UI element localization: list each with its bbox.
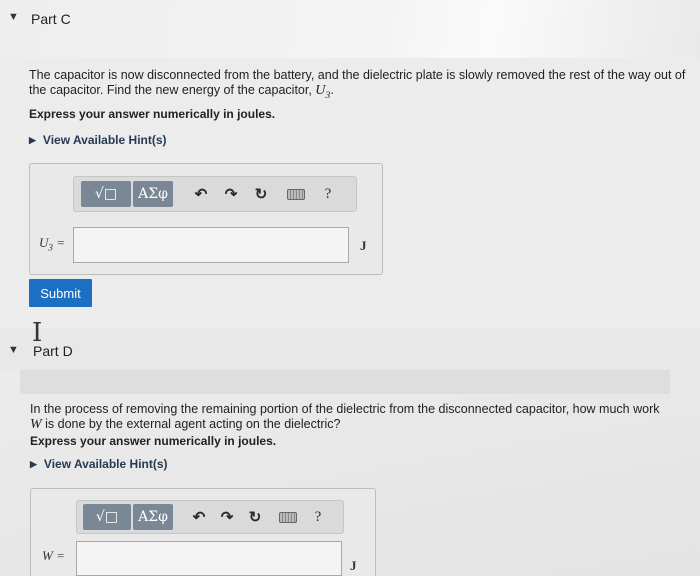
question-text: The capacitor is now disconnected from t… [29,68,686,97]
hint-label: View Available Hint(s) [43,457,168,471]
redo-icon[interactable]: ↷ [219,508,235,526]
part-c-instruction: Express your answer numerically in joule… [29,107,276,121]
reset-icon[interactable]: ↻ [253,185,269,203]
keyboard-icon[interactable] [287,188,305,200]
undo-icon[interactable]: ↶ [191,508,207,526]
part-c-math-toolbar: √□ ΑΣφ ↶ ↷ ↻ ? [73,176,357,212]
part-c-answer-input[interactable] [73,227,349,263]
collapse-caret-icon[interactable]: ▼ [8,344,19,356]
part-d-answer-input[interactable] [76,541,342,576]
question-text: In the process of removing the remaining… [30,402,660,416]
templates-button[interactable]: √□ [81,181,131,207]
part-c-hint-toggle[interactable]: ▶ View Available Hint(s) [29,133,167,147]
question-text-end: . [330,83,334,97]
hint-label: View Available Hint(s) [42,133,167,147]
part-d-hint-toggle[interactable]: ▶ View Available Hint(s) [30,457,168,471]
part-c-question: The capacitor is now disconnected from t… [29,68,689,103]
question-variable: U3 [315,83,331,101]
part-d-math-toolbar: √□ ΑΣφ ↶ ↷ ↻ ? [76,500,344,534]
part-c-input-label: U3 = [39,235,65,253]
question-variable: W [30,417,42,432]
part-d-header-band [0,328,700,370]
expand-triangle-icon: ▶ [29,134,36,145]
undo-icon[interactable]: ↶ [193,185,209,203]
templates-button[interactable]: √□ [83,504,131,530]
keyboard-icon[interactable] [279,511,297,523]
part-d-unit: J [350,558,357,573]
part-d-instruction: Express your answer numerically in joule… [30,434,277,448]
collapse-caret-icon[interactable]: ▼ [8,11,19,23]
help-icon[interactable]: ? [321,186,335,203]
symbols-button[interactable]: ΑΣφ [133,181,173,207]
part-c-title[interactable]: Part C [31,11,71,27]
reset-icon[interactable]: ↻ [247,508,263,526]
part-d-title[interactable]: Part D [33,343,73,359]
submit-button[interactable]: Submit [29,279,92,307]
part-c-header-band [0,0,700,58]
help-icon[interactable]: ? [311,509,325,526]
expand-triangle-icon: ▶ [30,458,37,469]
part-d-question-band [20,370,670,394]
question-text-end: is done by the external agent acting on … [41,417,341,431]
part-d-input-label: W = [42,548,65,563]
symbols-button[interactable]: ΑΣφ [133,504,173,530]
part-c-unit: J [360,238,367,253]
redo-icon[interactable]: ↷ [223,185,239,203]
part-d-question: In the process of removing the remaining… [30,402,660,432]
